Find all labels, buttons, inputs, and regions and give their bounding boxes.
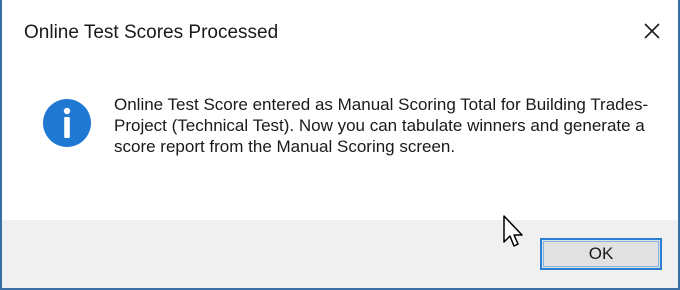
mouse-cursor-icon	[503, 215, 523, 247]
dialog-footer: OK	[2, 220, 678, 288]
ok-button[interactable]: OK	[540, 238, 662, 270]
message-dialog: Online Test Scores Processed Online Test…	[0, 0, 680, 290]
close-icon	[644, 23, 660, 39]
dialog-titlebar: Online Test Scores Processed	[2, 0, 678, 70]
info-icon	[43, 99, 91, 147]
close-button[interactable]	[626, 6, 678, 56]
dialog-content: Online Test Score entered as Manual Scor…	[2, 70, 678, 220]
dialog-title: Online Test Scores Processed	[24, 22, 279, 43]
dialog-message: Online Test Score entered as Manual Scor…	[114, 95, 649, 156]
